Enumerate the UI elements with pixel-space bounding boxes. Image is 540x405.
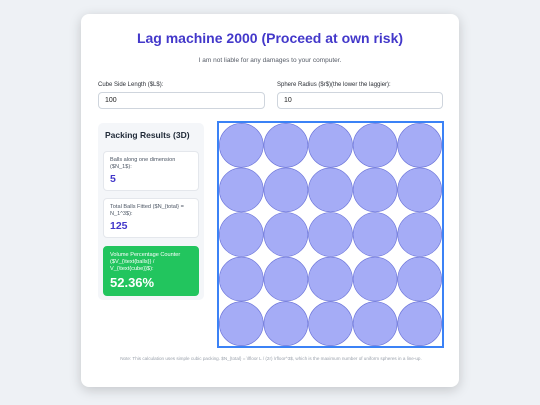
sphere-circle (263, 122, 309, 168)
results-title: Packing Results (3D) (105, 130, 190, 140)
sphere-radius-label: Sphere Radius ($r$)(the lower the laggie… (277, 82, 391, 88)
sphere-circle (218, 167, 264, 213)
stat-balls-total-label: Total Balls Fitted ($N_{total} = N_1^3$)… (110, 204, 184, 217)
sphere-circle (308, 122, 353, 168)
sphere-circle (308, 167, 353, 213)
page-title: Lag machine 2000 (Proceed at own risk) (136, 30, 404, 46)
sphere-circle (352, 122, 398, 168)
sphere-circle (218, 122, 264, 168)
stat-balls-total-value: 125 (110, 220, 128, 232)
sphere-circle (397, 256, 442, 302)
stat-balls-dimension-label: Balls along one dimension ($N_1$): (110, 157, 176, 170)
sphere-circle (352, 256, 398, 302)
sphere-circle (308, 212, 353, 257)
sphere-circle (308, 256, 353, 302)
sphere-circle (397, 122, 442, 168)
sphere-circle (397, 167, 442, 213)
sphere-circle (263, 212, 309, 257)
stat-volume-percentage-value: 52.36% (110, 275, 155, 290)
sphere-circle (352, 301, 398, 346)
sphere-circle (218, 212, 264, 257)
main-card: Lag machine 2000 (Proceed at own risk) I… (81, 14, 459, 387)
sphere-circle (218, 256, 264, 302)
sphere-circle (263, 301, 309, 346)
stat-balls-total: Total Balls Fitted ($N_{total} = N_1^3$)… (103, 198, 199, 238)
cube-side-label: Cube Side Length ($L$): (98, 82, 164, 88)
sphere-circle (263, 256, 309, 302)
results-panel: Packing Results (3D) Balls along one dim… (98, 123, 204, 300)
footnote: Note: This calculation uses simple cubic… (120, 356, 422, 361)
sphere-radius-input[interactable]: 10 (277, 92, 443, 109)
stat-volume-percentage: Volume Percentage Counter ($V_{\text{bal… (103, 246, 199, 296)
stat-volume-percentage-label: Volume Percentage Counter ($V_{\text{bal… (110, 252, 181, 272)
cube-side-input[interactable]: 100 (98, 92, 265, 109)
packing-visualization (217, 121, 444, 348)
stat-balls-dimension-value: 5 (110, 173, 116, 185)
sphere-circle (308, 301, 353, 346)
sphere-circle (397, 301, 442, 346)
sphere-circle (397, 212, 442, 257)
sphere-circle (352, 167, 398, 213)
sphere-circle (352, 212, 398, 257)
page-subtitle: I am not liable for any damages to your … (198, 57, 342, 64)
sphere-circle (218, 301, 264, 346)
stat-balls-dimension: Balls along one dimension ($N_1$): 5 (103, 151, 199, 191)
sphere-circle (263, 167, 309, 213)
